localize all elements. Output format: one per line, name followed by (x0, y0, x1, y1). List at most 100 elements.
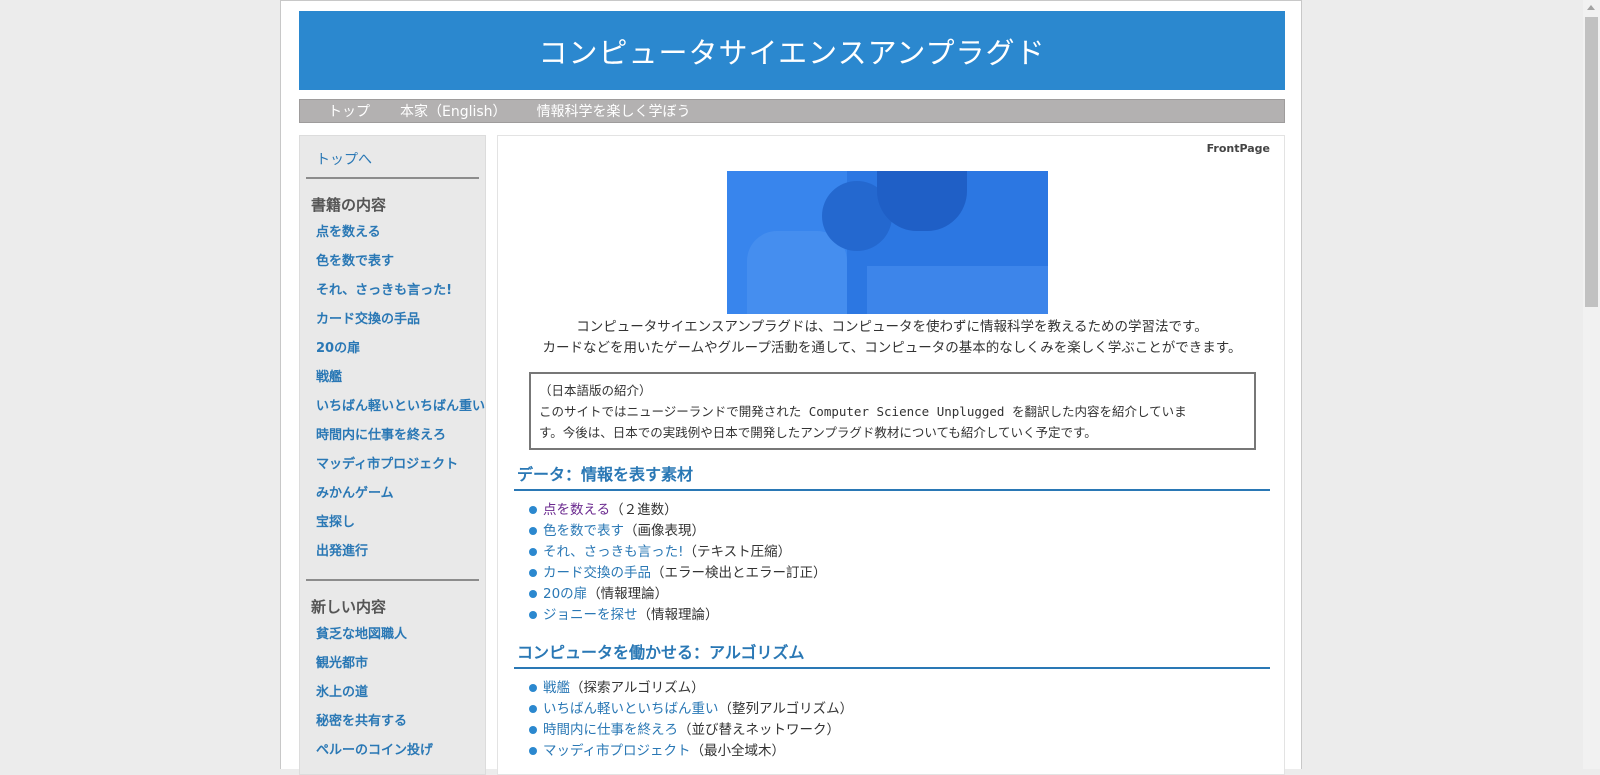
japanese-edition-notice: （日本語版の紹介） このサイトではニュージーランドで開発された Computer… (529, 372, 1256, 450)
topic-link[interactable]: 点を数える (543, 502, 610, 518)
topic-link[interactable]: 色を数で表す (543, 523, 624, 539)
sidebar-item: 宝探し (300, 513, 485, 542)
main-content: FrontPage コンピュータサイエンスアンプラグドは、コンピュータを使わずに… (497, 135, 1285, 775)
sidebar-item: 20の扉 (300, 339, 485, 368)
vertical-scrollbar[interactable] (1583, 0, 1600, 769)
sidebar-item: それ、さっきも言った! (300, 281, 485, 310)
sidebar-link[interactable]: 点を数える (316, 225, 381, 240)
topic-link[interactable]: それ、さっきも言った! (543, 544, 684, 560)
sidebar-link[interactable]: 秘密を共有する (316, 714, 407, 729)
sidebar-link[interactable]: 20の扉 (316, 341, 360, 356)
sidebar-item: マッディ市プロジェクト (300, 455, 485, 484)
sidebar-book-list: 点を数える 色を数で表す それ、さっきも言った! カード交換の手品 20の扉 戦… (300, 223, 485, 579)
sidebar-item: 貧乏な地図職人 (300, 625, 485, 654)
sidebar-item: 点を数える (300, 223, 485, 252)
topic-note: （２進数） (610, 502, 678, 518)
sidebar-link[interactable]: それ、さっきも言った! (316, 283, 452, 298)
topic-link[interactable]: 戦艦 (543, 680, 570, 696)
notice-text: このサイトではニュージーランドで開発された Computer Science U… (539, 404, 1187, 419)
topic-note: （情報理論） (637, 607, 719, 623)
topic-item: 点を数える（２進数） (529, 500, 827, 521)
scrollbar-thumb[interactable] (1585, 17, 1598, 307)
page-name: FrontPage (1206, 142, 1270, 155)
topic-link[interactable]: 時間内に仕事を終えろ (543, 722, 678, 738)
topic-note: （整列アルゴリズム） (718, 701, 854, 717)
topic-link[interactable]: マッディ市プロジェクト (543, 743, 691, 759)
sidebar-item: ペルーのコイン投げ (300, 741, 485, 770)
topic-item: いちばん軽いといちばん重い（整列アルゴリズム） (529, 699, 853, 720)
topic-note: （テキスト圧縮） (683, 544, 792, 560)
topic-item: ジョニーを探せ（情報理論） (529, 605, 827, 626)
hero-image (727, 171, 1048, 314)
topic-item: 時間内に仕事を終えろ（並び替えネットワーク） (529, 720, 853, 741)
sidebar-link[interactable]: 観光都市 (316, 656, 368, 671)
bullet-icon (529, 506, 537, 514)
intro-text: コンピュータサイエンスアンプラグドは、コンピュータを使わずに情報科学を教えるため… (498, 317, 1286, 359)
site-banner: コンピュータサイエンスアンプラグド (299, 11, 1285, 90)
sidebar-link[interactable]: マッディ市プロジェクト (316, 457, 458, 472)
scroll-up-icon[interactable] (1587, 5, 1595, 10)
bullet-icon (529, 705, 537, 713)
topic-link[interactable]: ジョニーを探せ (543, 607, 638, 623)
topic-item: 色を数で表す（画像表現） (529, 521, 827, 542)
bullet-icon (529, 590, 537, 598)
sidebar-item: 観光都市 (300, 654, 485, 683)
sidebar-link[interactable]: 時間内に仕事を終えろ (316, 428, 446, 443)
bullet-icon (529, 747, 537, 755)
bullet-icon (529, 726, 537, 734)
nav-top-link[interactable]: トップ (328, 101, 370, 121)
nav-learn-link[interactable]: 情報科学を楽しく学ぼう (537, 101, 691, 121)
sidebar-item: 色を数で表す (300, 252, 485, 281)
bullet-icon (529, 611, 537, 619)
sidebar-heading-book: 書籍の内容 (311, 196, 387, 214)
nav-english-link[interactable]: 本家（English） (400, 101, 507, 121)
intro-line: カードなどを用いたゲームやグループ活動を通して、コンピュータの基本的なしくみを楽… (542, 340, 1242, 356)
sidebar-link[interactable]: 氷上の道 (316, 685, 368, 700)
sidebar-link[interactable]: カード交換の手品 (316, 312, 420, 327)
sidebar-item: いちばん軽いといちばん重い (300, 397, 485, 426)
notice-text: す。今後は、日本での実践例や日本で開発したアンプラグド教材についても紹介していく… (539, 425, 1097, 440)
sidebar-item: 時間内に仕事を終えろ (300, 426, 485, 455)
sidebar-link[interactable]: いちばん軽いといちばん重い (316, 399, 485, 414)
topic-item: マッディ市プロジェクト（最小全域木） (529, 741, 853, 762)
sidebar-link[interactable]: 宝探し (316, 515, 355, 530)
sidebar-new-list: 貧乏な地図職人 観光都市 氷上の道 秘密を共有する ペルーのコイン投げ (300, 625, 485, 774)
topic-link[interactable]: 20の扉 (543, 586, 587, 602)
topic-item: 20の扉（情報理論） (529, 584, 827, 605)
page-container: コンピュータサイエンスアンプラグド トップ 本家（English） 情報科学を楽… (280, 0, 1302, 775)
sidebar-link[interactable]: 戦艦 (316, 370, 342, 385)
sidebar-link[interactable]: ペルーのコイン投げ (316, 743, 433, 758)
intro-line: コンピュータサイエンスアンプラグドは、コンピュータを使わずに情報科学を教えるため… (576, 319, 1208, 335)
data-topic-list: 点を数える（２進数） 色を数で表す（画像表現） それ、さっきも言った!（テキスト… (529, 500, 827, 626)
sidebar: トップへ 書籍の内容 点を数える 色を数で表す それ、さっきも言った! カード交… (299, 135, 486, 775)
sidebar-link[interactable]: 出発進行 (316, 544, 368, 559)
topic-item: 戦艦（探索アルゴリズム） (529, 678, 853, 699)
sidebar-item: 戦艦 (300, 368, 485, 397)
topic-note: （並び替えネットワーク） (678, 722, 840, 738)
sidebar-item: 秘密を共有する (300, 712, 485, 741)
sidebar-item: カード交換の手品 (300, 310, 485, 339)
bullet-icon (529, 569, 537, 577)
bullet-icon (529, 684, 537, 692)
topic-note: （探索アルゴリズム） (570, 680, 705, 696)
section-title-algorithms: コンピュータを働かせる：アルゴリズム (514, 639, 1270, 669)
sidebar-item: 出発進行 (300, 542, 485, 571)
topic-note: （最小全域木） (690, 743, 786, 759)
sidebar-top-link[interactable]: トップへ (300, 136, 485, 177)
sidebar-link[interactable]: 色を数で表す (316, 254, 394, 269)
topic-link[interactable]: いちばん軽いといちばん重い (543, 701, 719, 717)
sidebar-link[interactable]: みかんゲーム (316, 486, 394, 501)
bullet-icon (529, 527, 537, 535)
topic-note: （情報理論） (587, 586, 669, 602)
sidebar-link[interactable]: 貧乏な地図職人 (316, 627, 407, 642)
sidebar-item: みかんゲーム (300, 484, 485, 513)
topic-note: （エラー検出とエラー訂正） (651, 565, 827, 581)
topic-note: （画像表現） (624, 523, 705, 539)
topic-link[interactable]: カード交換の手品 (543, 565, 651, 581)
sidebar-heading-new: 新しい内容 (311, 598, 387, 616)
algorithm-topic-list: 戦艦（探索アルゴリズム） いちばん軽いといちばん重い（整列アルゴリズム） 時間内… (529, 678, 853, 762)
section-title-data: データ：情報を表す素材 (514, 461, 1270, 491)
sidebar-item: 氷上の道 (300, 683, 485, 712)
bullet-icon (529, 548, 537, 556)
site-title: コンピュータサイエンスアンプラグド (538, 35, 1046, 70)
